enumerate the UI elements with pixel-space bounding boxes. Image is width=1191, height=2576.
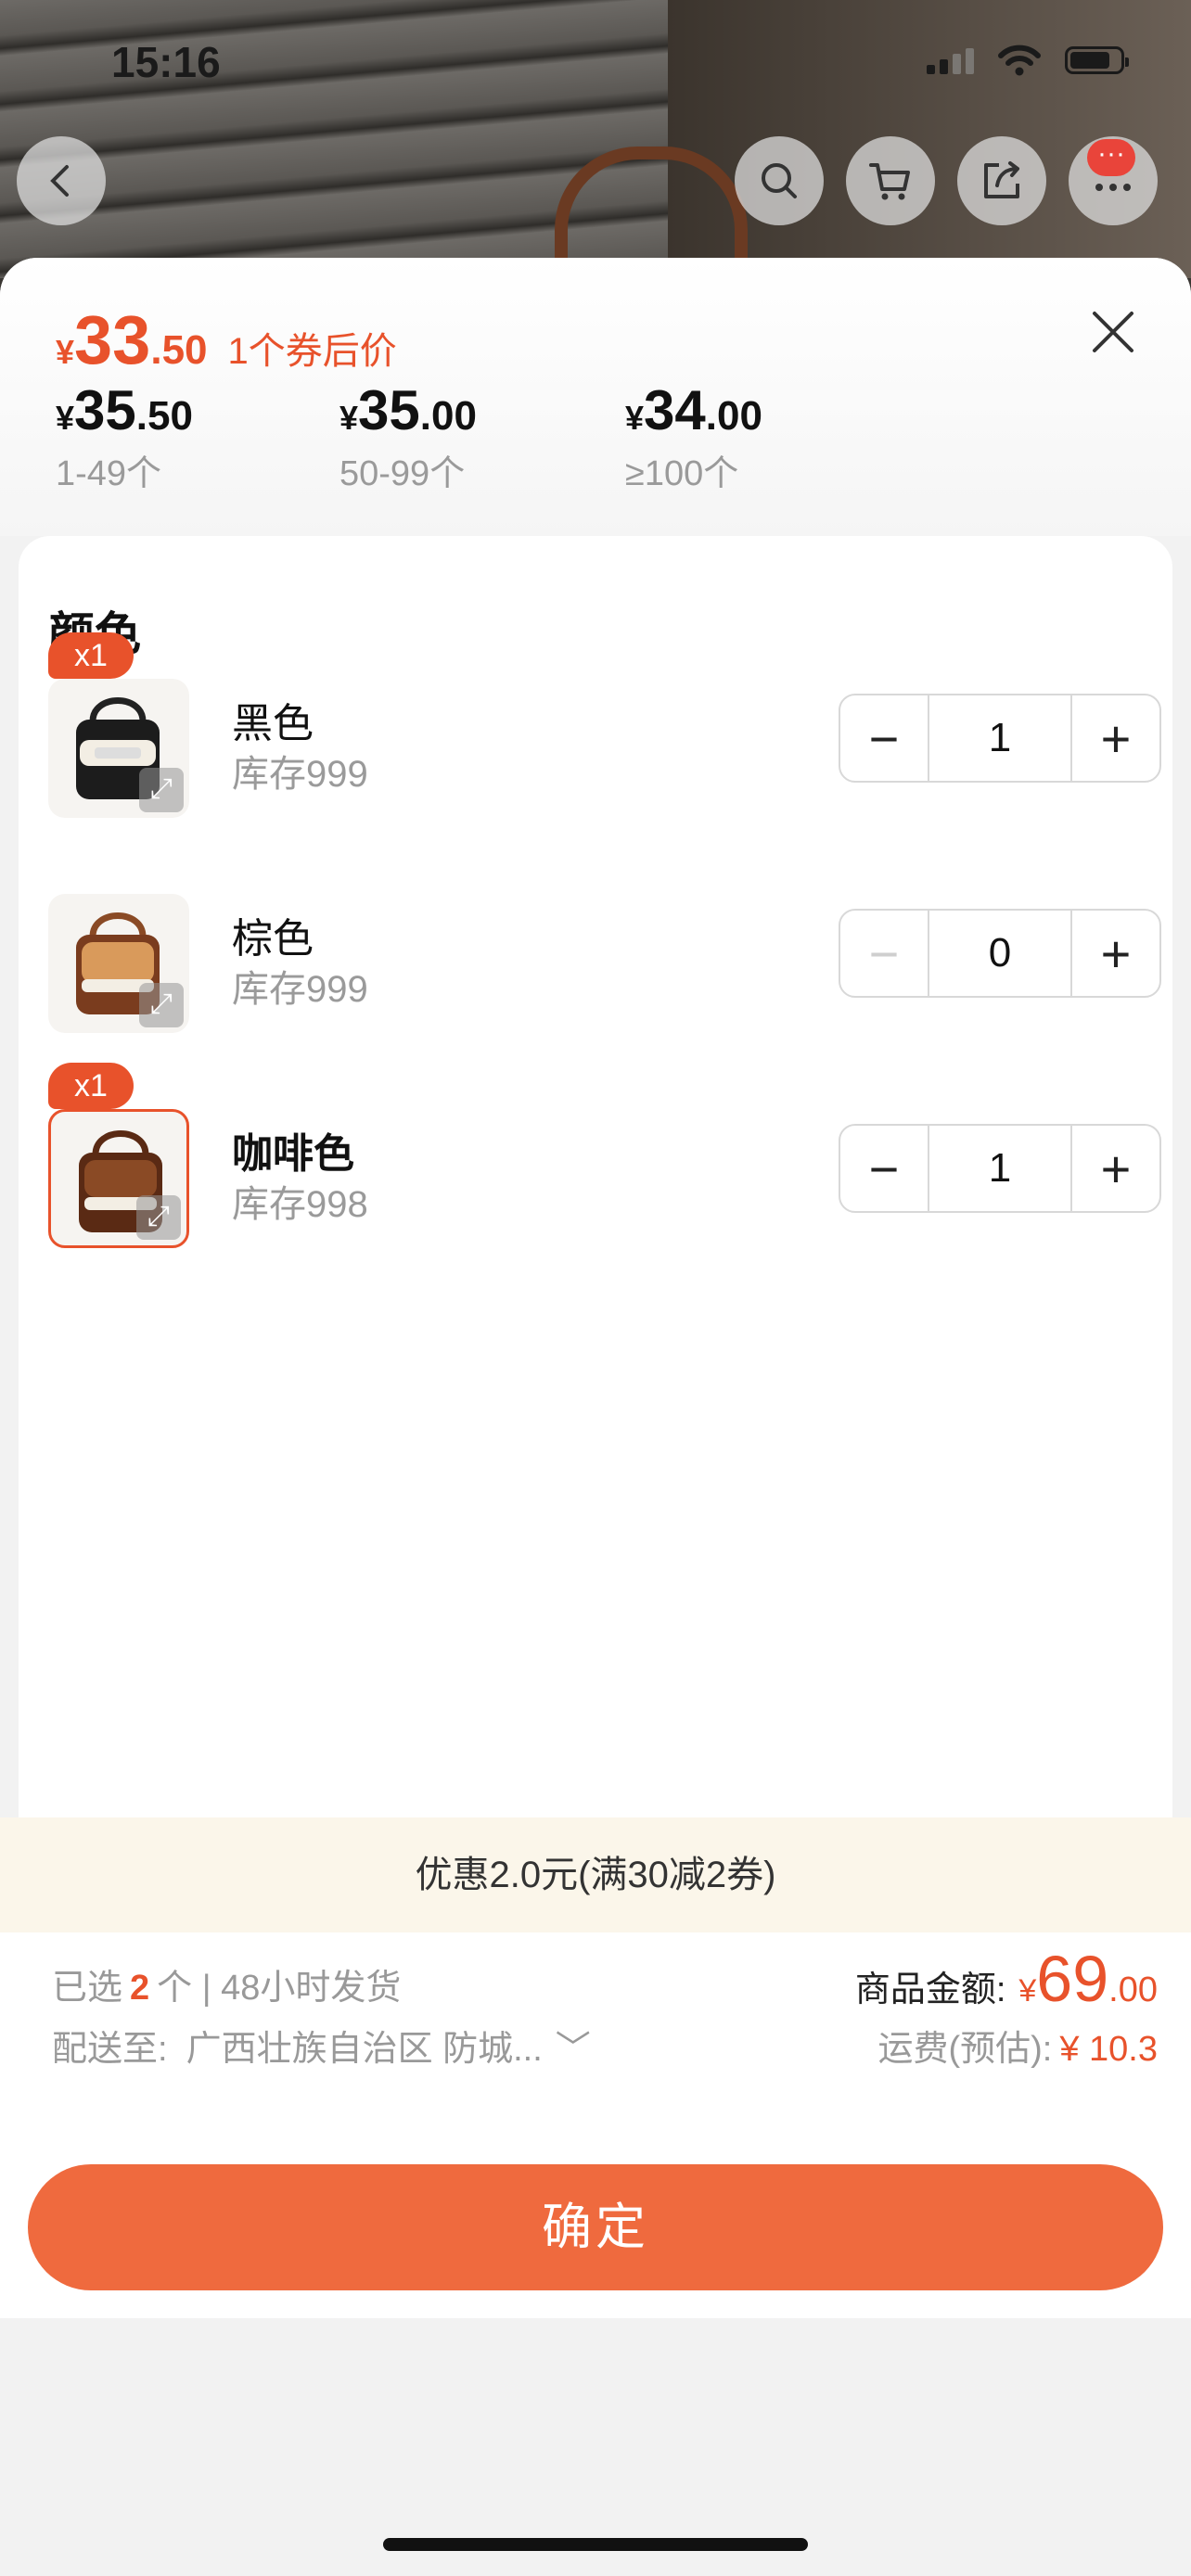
expand-icon[interactable]: ⤢ xyxy=(139,768,184,812)
status-time: 15:16 xyxy=(111,38,221,86)
decrease-button[interactable]: − xyxy=(840,911,928,996)
sku-name: 黑色 xyxy=(232,701,314,746)
share-button[interactable] xyxy=(957,136,1046,225)
shipping-destination[interactable]: 配送至: 广西壮族自治区 防城... ﹀ xyxy=(52,2020,591,2071)
confirm-button[interactable]: 确定 xyxy=(28,2164,1163,2290)
sku-stock: 库存998 xyxy=(232,1184,368,1225)
price-tier-2: ¥35.00 50-99个 xyxy=(339,379,477,493)
expand-icon[interactable]: ⤢ xyxy=(136,1195,181,1240)
sku-row-black: ⤢ x1 黑色 库存999 − 1 + xyxy=(48,632,1161,818)
increase-button[interactable]: + xyxy=(1072,911,1159,996)
tier-range: ≥100个 xyxy=(625,454,739,493)
chevron-down-icon: ﹀ xyxy=(555,2030,591,2069)
quantity-stepper: − 0 + xyxy=(839,909,1161,998)
search-icon xyxy=(762,163,797,198)
price-header: ¥33.50 1个券后价 ¥35.50 1-49个 ¥35.00 50-99个 ¥… xyxy=(0,258,1191,536)
back-button[interactable] xyxy=(17,136,106,225)
home-indicator xyxy=(383,2538,808,2551)
sku-stock: 库存999 xyxy=(232,969,368,1010)
cart-icon xyxy=(869,163,910,200)
product-thumbnail[interactable]: ⤢ xyxy=(48,679,189,818)
quantity-badge: x1 xyxy=(48,1063,134,1109)
sku-name: 咖啡色 xyxy=(232,1131,354,1177)
product-thumbnail[interactable]: ⤢ xyxy=(48,1109,189,1248)
quantity-input[interactable]: 0 xyxy=(928,911,1072,996)
checkout-footer: 已选 2 个 | 48小时发货 配送至: 广西壮族自治区 防城... ﹀ 商品金额: ¥6… xyxy=(0,1932,1191,2318)
search-button[interactable] xyxy=(735,136,824,225)
price-tier-1: ¥35.50 1-49个 xyxy=(56,379,193,493)
wifi-icon xyxy=(998,45,1041,76)
message-badge: ··· xyxy=(1087,139,1135,176)
increase-button[interactable]: + xyxy=(1072,695,1159,781)
quantity-badge: x1 xyxy=(48,632,134,679)
share-icon xyxy=(984,161,1019,198)
shipping-address: 广西壮族自治区 防城... xyxy=(186,2030,543,2069)
quantity-input[interactable]: 1 xyxy=(928,695,1072,781)
quantity-stepper: − 1 + xyxy=(839,1124,1161,1213)
tier-range: 50-99个 xyxy=(339,454,466,493)
cart-button[interactable] xyxy=(846,136,935,225)
price-tier-3: ¥34.00 ≥100个 xyxy=(625,379,762,493)
selected-summary: 已选 2 个 | 48小时发货 xyxy=(52,1969,402,2008)
battery-icon xyxy=(1065,46,1129,74)
tier-range: 1-49个 xyxy=(56,454,162,493)
goods-amount: 商品金额: ¥69.00 xyxy=(854,1943,1158,2015)
sku-name: 棕色 xyxy=(232,916,314,962)
quantity-input[interactable]: 1 xyxy=(928,1126,1072,1211)
expand-icon[interactable]: ⤢ xyxy=(139,983,184,1027)
shipping-fee: 运费(预估): ¥ 10.3 xyxy=(877,2030,1158,2069)
sku-stock: 库存999 xyxy=(232,754,368,795)
signal-icon xyxy=(927,46,974,74)
decrease-button[interactable]: − xyxy=(840,695,928,781)
product-thumbnail[interactable]: ⤢ xyxy=(48,894,189,1033)
chevron-left-icon xyxy=(50,165,69,197)
status-icons xyxy=(927,45,1129,76)
coupon-price: ¥33.50 1个券后价 xyxy=(56,301,397,378)
close-icon[interactable] xyxy=(1087,306,1139,358)
increase-button[interactable]: + xyxy=(1072,1126,1159,1211)
promo-banner: 优惠2.0元(满30减2券) xyxy=(0,1817,1191,1932)
sku-row-coffee: ⤢ x1 咖啡色 库存998 − 1 + xyxy=(48,1063,1161,1248)
coupon-price-label: 1个券后价 xyxy=(227,331,397,372)
decrease-button[interactable]: − xyxy=(840,1126,928,1211)
sku-row-brown: ⤢ 棕色 库存999 − 0 + xyxy=(48,894,1161,1033)
quantity-stepper: − 1 + xyxy=(839,694,1161,783)
